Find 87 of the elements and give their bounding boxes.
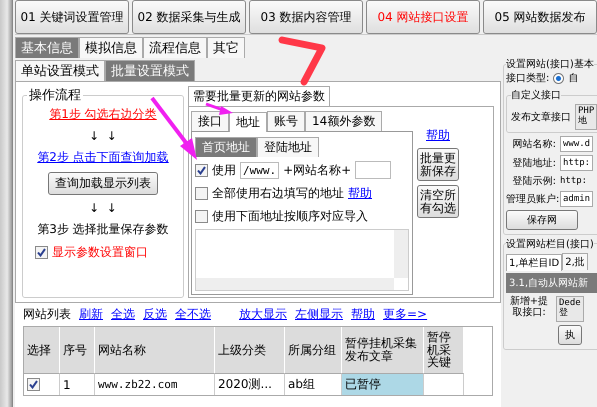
group-title: 设置网站(接口)基本	[506, 58, 594, 71]
group-title: 操作流程	[28, 87, 82, 104]
help-link[interactable]: 帮助	[348, 184, 372, 202]
load-list-button[interactable]: 查询加载显示列表	[48, 172, 158, 195]
module-tab[interactable]: 03 数据内容管理	[249, 0, 363, 34]
column-tab[interactable]: 2,批	[562, 252, 588, 270]
prefix-field[interactable]: /www.	[240, 162, 280, 178]
checkbox-label: 使用下面地址按顺序对应导入	[212, 208, 368, 224]
checkbox[interactable]	[195, 186, 208, 200]
info-tab[interactable]: 模拟信息	[79, 37, 143, 58]
checkbox-label: 显示参数设置窗口	[52, 244, 148, 261]
vertical-scrollbar[interactable]	[394, 230, 408, 278]
interface-select[interactable]: PHP 地	[575, 104, 597, 130]
address-tab[interactable]: 登陆地址	[257, 137, 319, 157]
info-tab[interactable]: 其它	[207, 37, 245, 58]
column-header: 上级分类	[215, 327, 285, 373]
field-label: 新增+提取接口:	[508, 296, 550, 318]
column-header: 网站名称	[95, 327, 215, 373]
field-label: +网站名称+	[283, 162, 352, 178]
checkbox[interactable]	[195, 164, 208, 176]
list-link[interactable]: 左侧显示	[295, 306, 343, 322]
checkbox[interactable]	[35, 246, 48, 259]
step-text: 第3步 选择批量保存参数	[37, 221, 169, 238]
list-link[interactable]: 全不选	[175, 306, 211, 322]
annotation-arrow	[206, 102, 233, 115]
batch-button[interactable]: 清空所有勾选	[417, 185, 459, 218]
column-header: 暂停机采关键	[424, 327, 464, 373]
column-header: 序号	[60, 327, 95, 373]
field-label: 登陆地址:	[512, 156, 556, 170]
help-link[interactable]: 帮助	[426, 127, 450, 144]
table-cell: 1	[60, 373, 95, 395]
checkbox[interactable]	[195, 210, 208, 222]
example-text: http:	[560, 176, 588, 186]
table-cell: 2020测...	[215, 373, 285, 395]
column-header: 选择	[24, 327, 60, 373]
address-tab[interactable]: 首页地址	[195, 137, 257, 157]
field-label: 发布文章接口	[511, 110, 571, 124]
info-tab[interactable]: 流程信息	[143, 37, 207, 58]
annotation-stroke	[278, 36, 326, 86]
radio-label: 自	[568, 72, 578, 85]
column-header: 暂停挂机采集发布文章	[342, 327, 424, 373]
field-label: 管理员账户:	[506, 192, 556, 206]
checkbox-label: 使用	[212, 162, 236, 178]
table-cell: 已暂停	[342, 373, 424, 395]
batch-button[interactable]: 批量更新保存	[417, 148, 459, 182]
field-label: 网站名称:	[512, 138, 556, 151]
field-label: 接口类型:	[506, 72, 550, 85]
section-header: 3.1,自动从网站新	[506, 272, 597, 293]
table-cell: www.zb22.com	[95, 373, 215, 395]
module-tab[interactable]: 01 关键词设置管理	[15, 0, 129, 34]
mode-tab[interactable]: 单站设置模式	[15, 60, 105, 81]
column-tab[interactable]: 1,单栏目ID	[506, 254, 562, 271]
list-title: 网站列表	[23, 306, 71, 322]
down-arrows: ↓ ↓	[89, 201, 117, 215]
run-button[interactable]: 执	[558, 324, 582, 345]
step-link[interactable]: 第1步 勾选右边分类	[49, 106, 157, 123]
param-tab[interactable]: 账号	[267, 111, 305, 131]
interface-select[interactable]: Dede 登	[556, 296, 584, 322]
text-field[interactable]: admin	[560, 190, 594, 207]
radio-button[interactable]	[553, 72, 564, 84]
param-tab[interactable]: 地址	[229, 112, 267, 132]
group-title: 设置网站栏目(接口)	[506, 238, 594, 251]
mode-tab[interactable]: 批量设置模式	[105, 60, 195, 81]
param-tab[interactable]: 14额外参数	[305, 111, 382, 131]
list-link[interactable]: 刷新	[79, 306, 103, 322]
suffix-field[interactable]	[355, 161, 392, 179]
list-link[interactable]: 全选	[111, 306, 135, 322]
list-link[interactable]: 反选	[143, 306, 167, 322]
column-header: 所属分组	[285, 327, 342, 373]
list-link[interactable]: 帮助	[351, 306, 375, 322]
horizontal-scrollbar[interactable]	[196, 278, 394, 290]
checkbox[interactable]	[27, 378, 40, 391]
info-tab[interactable]: 基本信息	[15, 37, 79, 58]
params-tab[interactable]: 需要批量更新的网站参数	[188, 86, 330, 106]
field-label: 登陆示例:	[512, 174, 556, 188]
step-link[interactable]: 第2步 点击下面查询加载	[37, 149, 169, 166]
down-arrows: ↓ ↓	[89, 129, 117, 143]
list-link[interactable]: 更多=>	[383, 306, 428, 322]
module-tab[interactable]: 05 网站数据发布	[483, 0, 597, 34]
group-title: 自定义接口	[511, 88, 561, 102]
param-tab[interactable]: 接口	[191, 111, 229, 131]
list-link[interactable]: 放大显示	[239, 306, 287, 322]
save-button[interactable]: 保存网	[506, 210, 578, 230]
text-field[interactable]: http:	[560, 154, 594, 171]
text-field[interactable]: www.d	[560, 136, 594, 152]
module-tab[interactable]: 02 数据采集与生成	[132, 0, 246, 34]
checkbox-label: 全部使用右边填写的地址	[212, 184, 344, 202]
